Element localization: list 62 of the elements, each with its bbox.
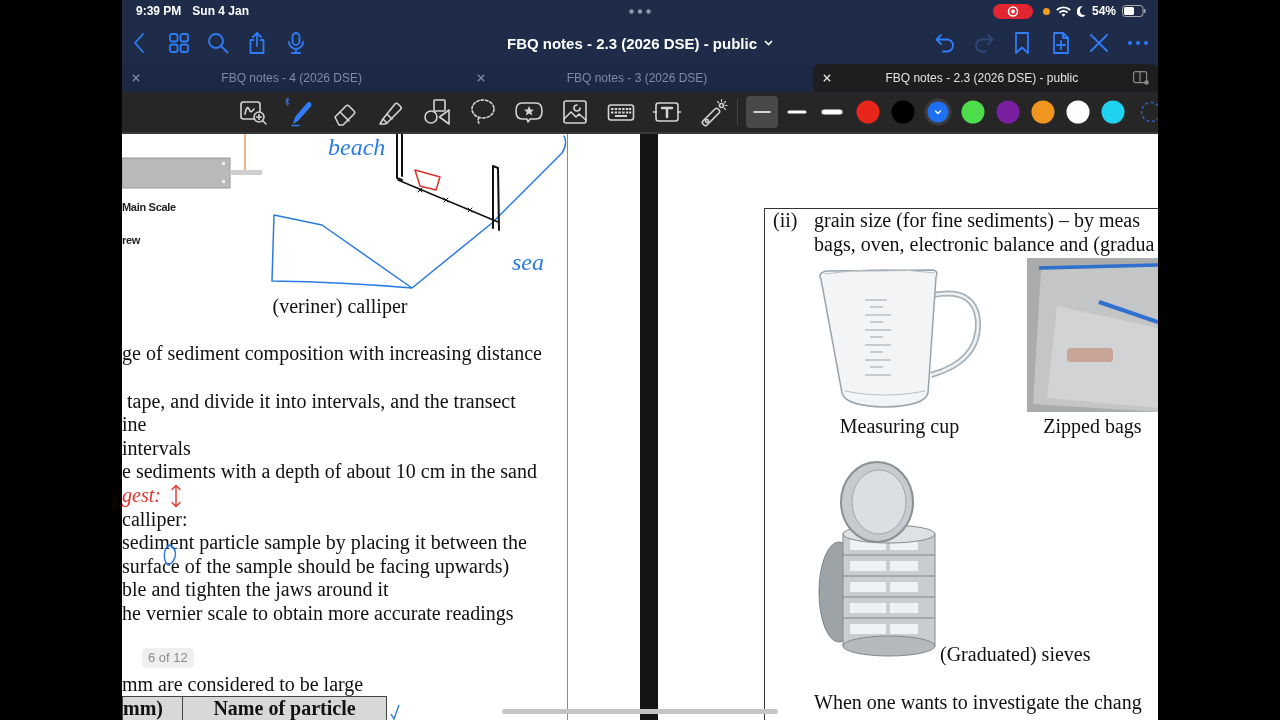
image-icon[interactable] xyxy=(560,97,590,127)
paragraph-line: tape, and divide it into intervals, and the transect xyxy=(127,390,516,412)
page-indicator: 6 of 12 xyxy=(142,648,194,668)
pen-swatch-icon[interactable] xyxy=(959,98,987,126)
paragraph-line: ble and tighten the jaws around it xyxy=(122,579,389,601)
paragraph-line: grain size (for fine sediments) – by meas xyxy=(814,209,1141,233)
figure-label: Main Scale xyxy=(122,200,176,215)
paragraph-line: calliper: xyxy=(122,508,188,530)
figure-caption: Measuring cup xyxy=(838,415,961,439)
privacy-dot-icon xyxy=(1042,7,1050,15)
document-tab[interactable]: FBQ notes - 2.3 (2026 DSE) - public xyxy=(812,64,1158,92)
table-header-cell: Name of particle xyxy=(183,696,387,720)
battery-percentage: 54% xyxy=(1091,4,1116,18)
paragraph-line: ine xyxy=(122,414,147,436)
document-tab[interactable]: FBQ notes - 3 (2026 DSE) xyxy=(467,64,813,92)
paragraph-line: mm are considered to be large xyxy=(122,673,364,695)
paragraph-line: surface of the sample should be facing upwards) xyxy=(122,555,510,577)
paragraph-line: bags, oven, electronic balance and (gradua xyxy=(814,232,1156,256)
paragraph-line: he vernier scale to obtain more accurate readings xyxy=(122,603,514,624)
screen-recording-icon xyxy=(992,3,1033,19)
chevron-down-icon[interactable] xyxy=(764,40,774,46)
laser-pointer-icon[interactable] xyxy=(698,97,728,127)
status-date: Sun 4 Jan xyxy=(192,4,250,18)
table-header-cell: mm) xyxy=(122,696,183,720)
figure-label: rew xyxy=(122,233,141,248)
shapes-icon[interactable] xyxy=(422,97,452,127)
item-number: (ii) xyxy=(773,209,799,234)
figure-caption: (veriner) calliper xyxy=(272,296,408,318)
status-time: 9:39 PM xyxy=(136,4,182,18)
split-view-icon[interactable] xyxy=(1133,71,1149,85)
pen-swatch-icon[interactable] xyxy=(854,98,882,126)
document-title[interactable]: FBQ notes - 2.3 (2026 DSE) - public xyxy=(506,34,758,52)
ink-tick-icon xyxy=(390,704,400,720)
paragraph-line: e sediments with a depth of about 10 cm in the sand xyxy=(122,461,537,483)
document-tab[interactable]: FBQ notes - 4 (2026 DSE) xyxy=(122,64,468,92)
figure-caption: Zipped bags xyxy=(1042,415,1143,439)
pen-swatch-icon[interactable] xyxy=(1064,98,1092,126)
pen-swatch-icon[interactable] xyxy=(994,98,1022,126)
pen-swatch-icon[interactable] xyxy=(924,98,952,126)
figure-caption: (Graduated) sieves xyxy=(940,643,1091,667)
grid-icon[interactable] xyxy=(167,31,191,55)
handwritten-label: beach xyxy=(328,134,386,160)
double-arrow-icon xyxy=(169,483,182,508)
lasso-icon[interactable] xyxy=(468,97,498,127)
multitasking-dots-icon[interactable] xyxy=(629,8,651,14)
pen-icon[interactable] xyxy=(284,97,314,127)
wifi-icon xyxy=(1055,5,1071,17)
handwritten-label: sea xyxy=(512,249,544,275)
paragraph-line: When one wants to investigate the chang xyxy=(814,690,1143,714)
paragraph-line: sediment particle sample by placing it between the xyxy=(122,532,527,554)
ranging-pole xyxy=(396,134,403,181)
stroke-width-icon[interactable] xyxy=(746,96,778,128)
ranging-pole xyxy=(492,165,500,231)
pen-swatch-icon[interactable] xyxy=(1029,98,1057,126)
handwritten-note: gest: xyxy=(122,483,161,508)
paragraph-line: intervals xyxy=(122,437,191,459)
pen-swatch-icon[interactable] xyxy=(1099,98,1127,126)
moon-icon xyxy=(1076,5,1086,17)
battery-icon xyxy=(1122,5,1146,17)
search-icon[interactable] xyxy=(206,31,230,55)
paragraph-line: ge of sediment composition with increasing distance xyxy=(122,343,542,365)
pen-swatch-icon[interactable] xyxy=(889,98,917,126)
